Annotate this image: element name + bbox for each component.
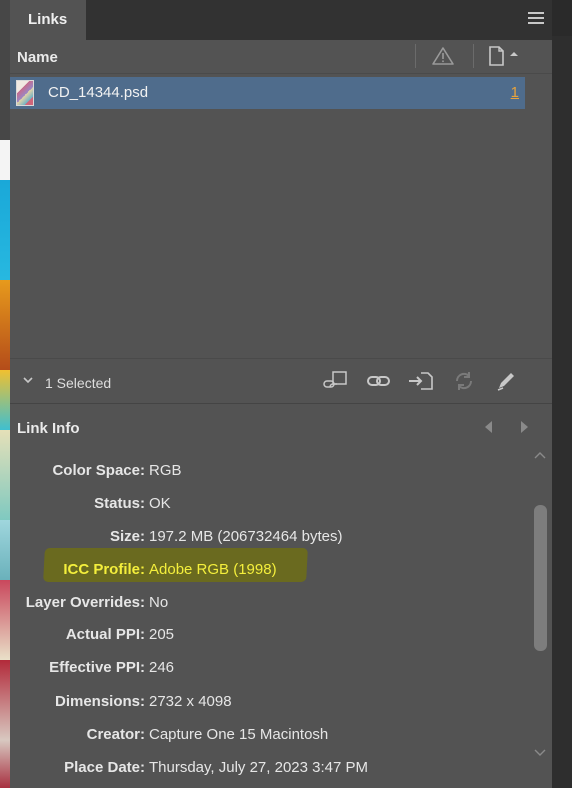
info-label: ICC Profile: bbox=[63, 561, 145, 578]
info-value: 205 bbox=[149, 626, 175, 643]
chevron-down-icon[interactable] bbox=[22, 374, 34, 386]
info-label: Dimensions: bbox=[54, 693, 145, 710]
info-label: Layer Overrides: bbox=[25, 594, 145, 611]
info-value: 246 bbox=[149, 659, 175, 676]
link-info-title: Link Info bbox=[17, 420, 80, 437]
info-value: 2732 x 4098 bbox=[149, 693, 232, 710]
workspace-top-bar bbox=[552, 0, 572, 36]
document-artwork bbox=[0, 140, 10, 788]
info-row-actual-ppi: Actual PPI: 205 bbox=[10, 622, 530, 648]
warning-icon[interactable] bbox=[431, 46, 455, 66]
link-thumbnail bbox=[16, 80, 34, 106]
scroll-down-icon[interactable] bbox=[534, 747, 546, 757]
previous-link-icon[interactable] bbox=[484, 421, 494, 433]
info-value: 197.2 MB (206732464 bytes) bbox=[149, 528, 343, 545]
info-row-layer-overrides: Layer Overrides: No bbox=[10, 590, 530, 616]
info-label: Actual PPI: bbox=[65, 626, 145, 643]
panel-tab-bar: Links bbox=[10, 0, 552, 40]
selection-count: 1 Selected bbox=[45, 375, 112, 391]
link-file-name: CD_14344.psd bbox=[48, 84, 149, 101]
go-to-link-icon[interactable] bbox=[407, 369, 435, 393]
links-list-empty-area bbox=[10, 109, 552, 358]
document-ruler-area bbox=[0, 0, 10, 140]
tab-links[interactable]: Links bbox=[10, 0, 86, 40]
info-value: OK bbox=[149, 495, 171, 512]
info-value: No bbox=[149, 594, 169, 611]
info-row-creator: Creator: Capture One 15 Macintosh bbox=[10, 722, 530, 748]
page-column-sort-icon[interactable] bbox=[486, 45, 524, 67]
link-page-number[interactable]: 1 bbox=[511, 84, 519, 101]
info-row-icc-profile: ICC Profile: Adobe RGB (1998) bbox=[10, 557, 530, 583]
info-label: Effective PPI: bbox=[49, 659, 145, 676]
update-link-icon[interactable] bbox=[450, 369, 478, 393]
column-header-name[interactable]: Name bbox=[17, 49, 58, 66]
column-divider bbox=[473, 44, 474, 68]
info-value: Thursday, July 27, 2023 3:47 PM bbox=[149, 759, 369, 776]
info-row-dimensions: Dimensions: 2732 x 4098 bbox=[10, 689, 530, 715]
info-row-effective-ppi: Effective PPI: 246 bbox=[10, 655, 530, 681]
links-panel: Links Name CD_14344.psd 1 1 Selected Lin… bbox=[10, 0, 552, 788]
info-label: Size: bbox=[109, 528, 145, 545]
workspace-right-edge bbox=[552, 0, 572, 788]
info-row-status: Status: OK bbox=[10, 491, 530, 517]
edit-original-icon[interactable] bbox=[493, 369, 521, 393]
info-label: Place Date: bbox=[64, 759, 145, 776]
info-label: Creator: bbox=[86, 726, 145, 743]
info-row-place-date: Place Date: Thursday, July 27, 2023 3:47… bbox=[10, 755, 530, 781]
info-row-color-space: Color Space: RGB bbox=[10, 458, 530, 484]
document-canvas-edge bbox=[0, 0, 10, 788]
column-divider bbox=[415, 44, 416, 68]
info-value: Adobe RGB (1998) bbox=[149, 561, 277, 578]
relink-from-cc-icon[interactable] bbox=[321, 369, 349, 393]
panel-menu-icon[interactable] bbox=[528, 12, 544, 26]
info-value: Capture One 15 Macintosh bbox=[149, 726, 329, 743]
info-value: RGB bbox=[149, 462, 182, 479]
info-row-size: Size: 197.2 MB (206732464 bytes) bbox=[10, 524, 530, 550]
scroll-up-icon[interactable] bbox=[534, 451, 546, 461]
link-info-header: Link Info bbox=[10, 405, 552, 449]
next-link-icon[interactable] bbox=[519, 421, 529, 433]
info-label: Status: bbox=[94, 495, 145, 512]
link-info-scrollbar[interactable] bbox=[531, 449, 549, 761]
relink-icon[interactable] bbox=[365, 369, 393, 393]
scrollbar-thumb[interactable] bbox=[534, 505, 547, 651]
links-column-header: Name bbox=[10, 40, 552, 74]
links-toolbar: 1 Selected bbox=[10, 358, 552, 404]
link-list-row[interactable]: CD_14344.psd 1 bbox=[10, 77, 525, 109]
info-label: Color Space: bbox=[52, 462, 145, 479]
